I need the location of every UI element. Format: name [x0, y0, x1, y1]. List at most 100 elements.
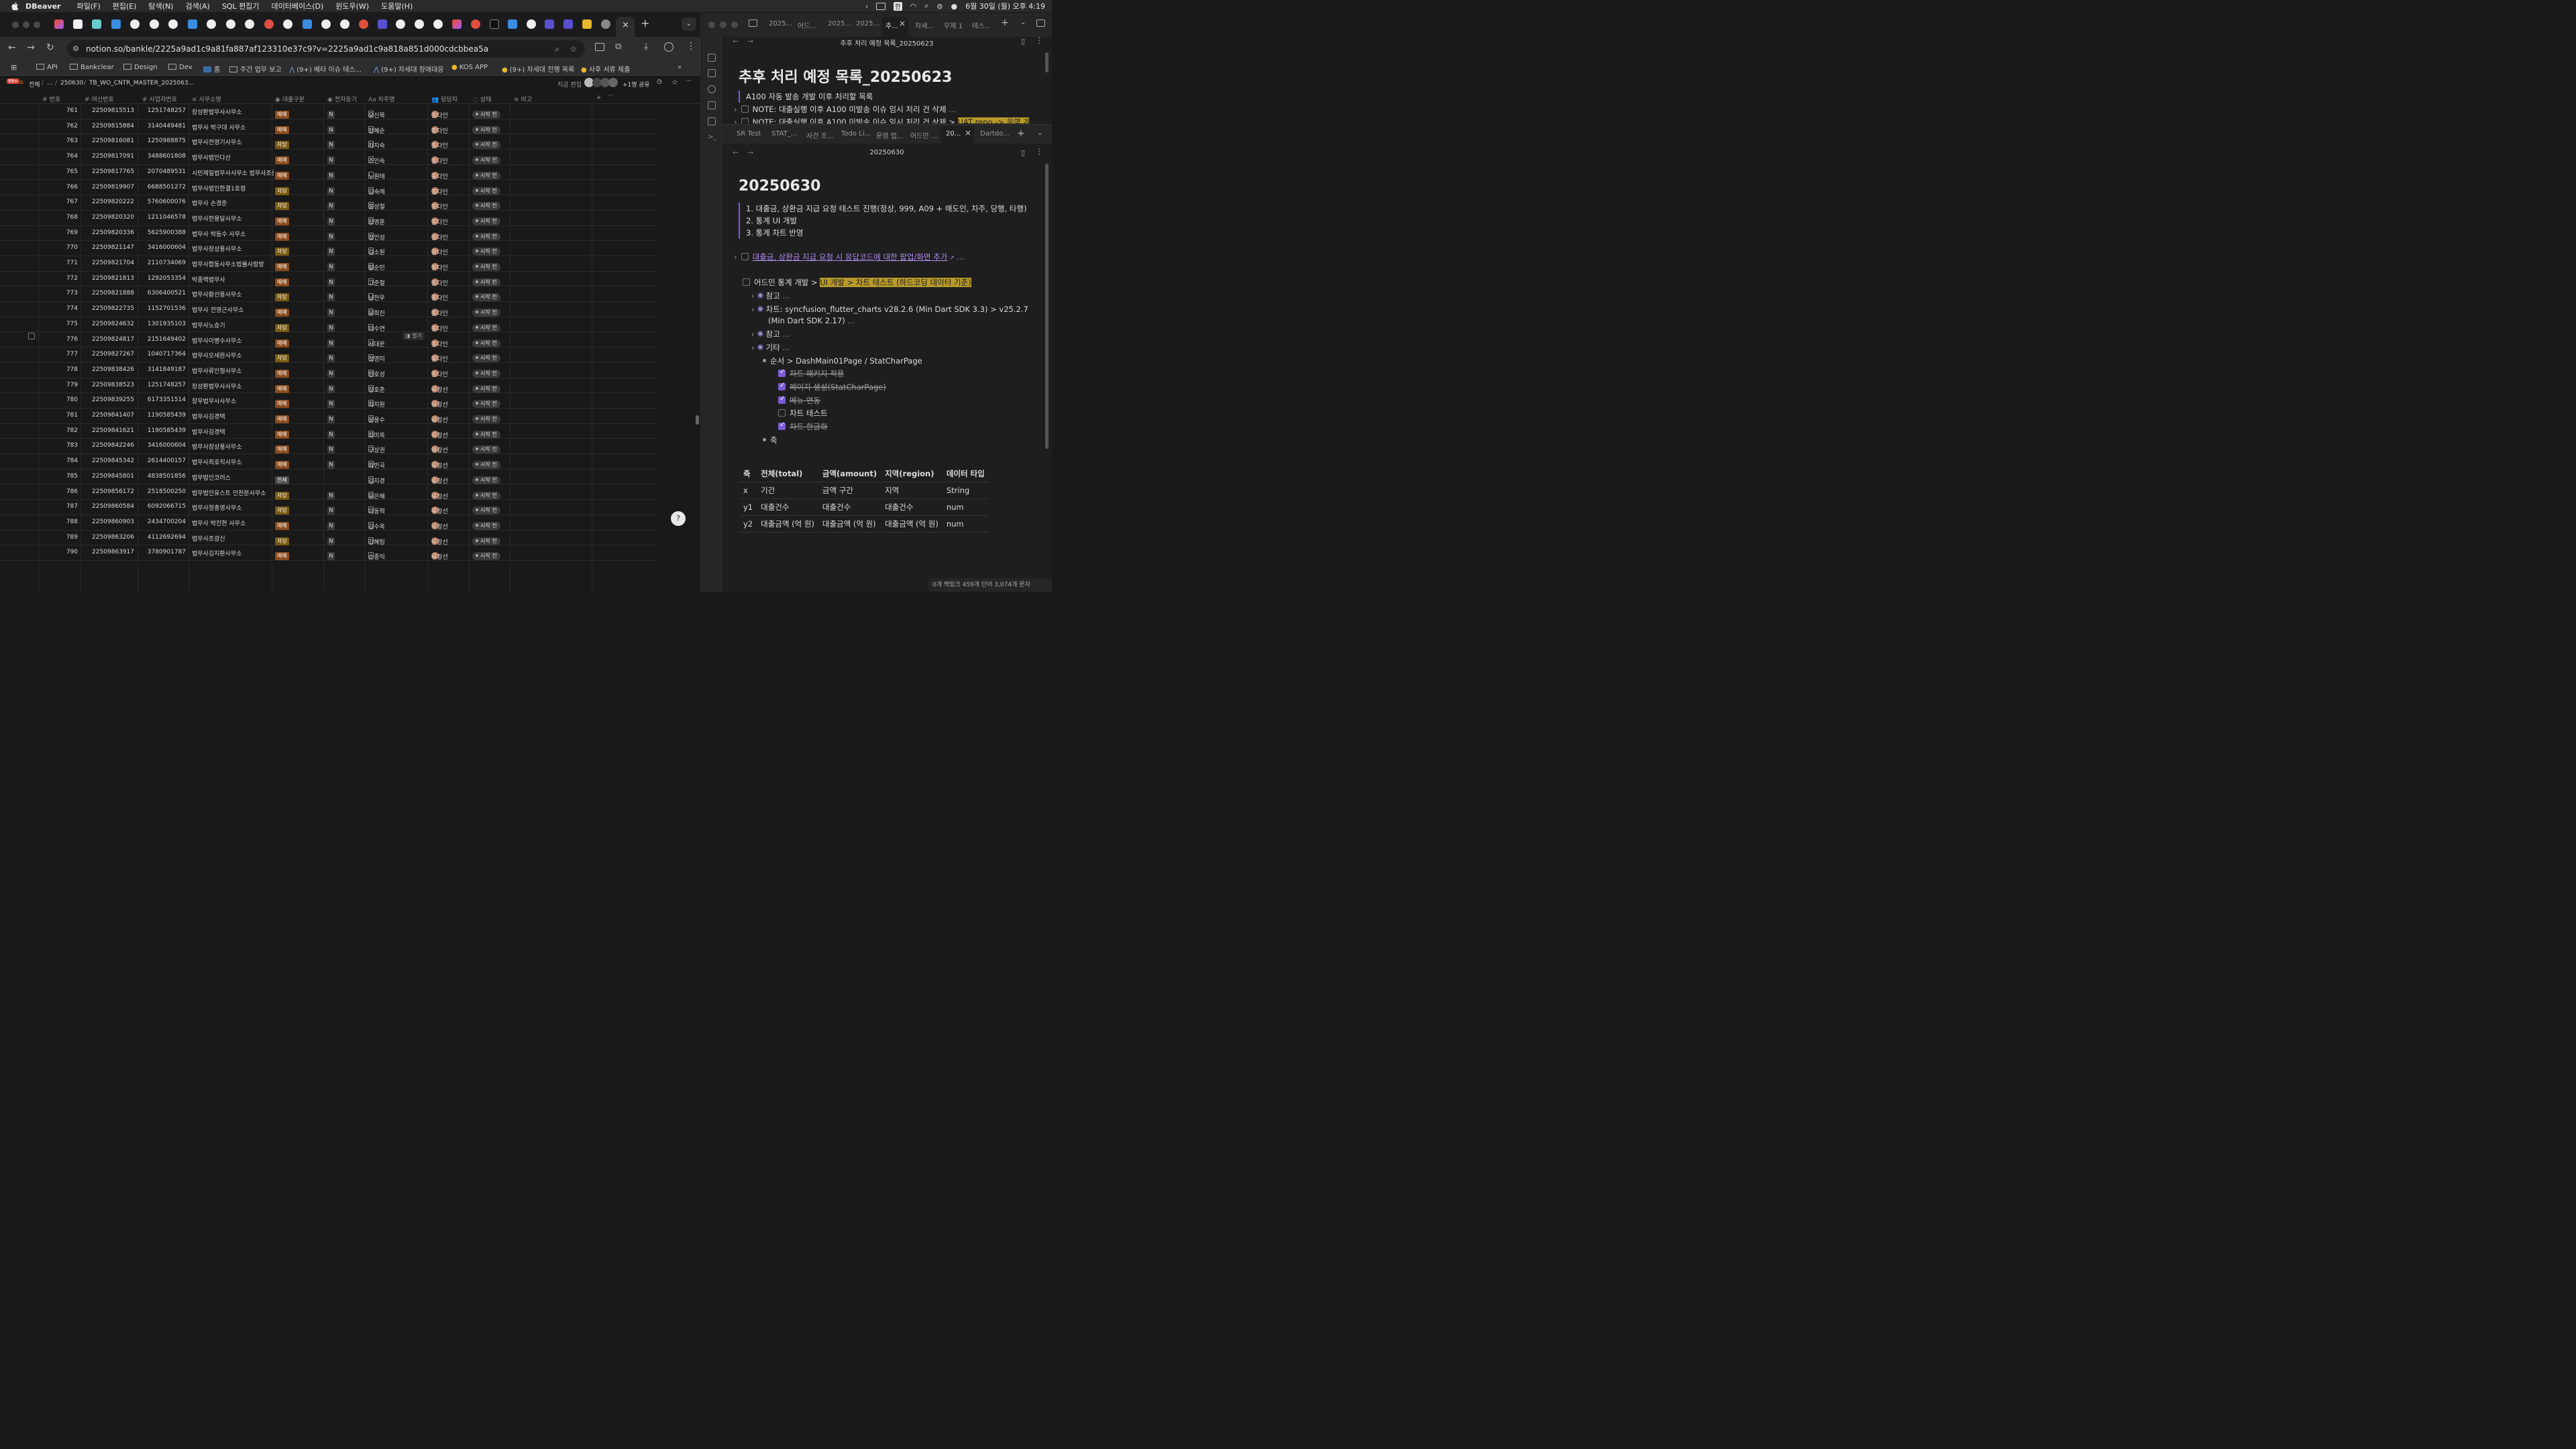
- cell-loan-no[interactable]: 22509817765: [80, 168, 134, 175]
- cell-no[interactable]: 775: [39, 321, 78, 327]
- bookmark-weekly-report[interactable]: 주간 업무 보고: [229, 64, 282, 74]
- table-header-cell[interactable]: 지역(region): [881, 466, 943, 482]
- table-cell[interactable]: String: [942, 482, 989, 499]
- menu-database[interactable]: 데이터베이스(D): [271, 1, 323, 11]
- cell-loan-no[interactable]: 22509821704: [80, 260, 134, 266]
- cell-biz-no[interactable]: 6092066715: [138, 503, 186, 510]
- table-cell[interactable]: 대출건수: [818, 498, 881, 516]
- menu-sql-editor[interactable]: SQL 편집기: [222, 1, 260, 11]
- cell-office[interactable]: 법무사법인다산: [192, 153, 274, 162]
- table-row[interactable]: 788 22509860903 2434700204 법무사 박진현 사무소 매매 N 김수…: [0, 515, 657, 531]
- github-tab-icon[interactable]: [396, 19, 405, 29]
- cell-office[interactable]: 법무사 박진현 사무소: [192, 519, 274, 527]
- cell-biz-no[interactable]: 6173351514: [138, 396, 186, 403]
- input-source-icon[interactable]: 한: [894, 1, 902, 11]
- search-icon[interactable]: ⌕: [924, 1, 928, 11]
- tab-todo[interactable]: Todo Li...: [841, 130, 871, 138]
- cell-loan-no[interactable]: 22509827267: [80, 351, 134, 358]
- close-icon[interactable]: ×: [622, 20, 629, 30]
- table-header-cell[interactable]: 전체(total): [757, 466, 818, 482]
- cell-office[interactable]: 법무사합동사무소법률사랑방: [192, 260, 274, 268]
- cell-no[interactable]: 786: [39, 488, 78, 495]
- cell-biz-no[interactable]: 1251748257: [138, 382, 186, 388]
- github-tab-icon[interactable]: [207, 19, 216, 29]
- cell-no[interactable]: 779: [39, 382, 78, 388]
- table-row[interactable]: 786 22509856172 2518500250 법무법인유스트 인천분사무소 자담…: [0, 485, 657, 500]
- column-header-status[interactable]: ◌ 상태: [473, 95, 491, 103]
- new-tab-button[interactable]: +: [1001, 17, 1009, 28]
- cell-office[interactable]: 법무사장상용사무소: [192, 244, 274, 253]
- tab-untitled[interactable]: 무제 1: [944, 20, 963, 30]
- github-tab-icon[interactable]: [527, 19, 536, 29]
- table-row[interactable]: 789 22509863206 4112692694 법무사조광신 자담 N 강혜림 류창선 시…: [0, 531, 657, 546]
- sidebar-toggle-icon[interactable]: [749, 19, 757, 27]
- more-bookmarks-icon[interactable]: »: [678, 64, 682, 71]
- forward-button[interactable]: →: [27, 42, 35, 53]
- puzzle-icon[interactable]: ⧉: [615, 42, 621, 52]
- cell-no[interactable]: 784: [39, 458, 78, 464]
- cell-no[interactable]: 765: [39, 168, 78, 175]
- terminal-icon[interactable]: >_: [708, 133, 716, 142]
- cell-biz-no[interactable]: 1190585439: [138, 427, 186, 434]
- tab-dartdoc[interactable]: Dartdo...: [980, 130, 1010, 138]
- cell-loan-no[interactable]: 22509856172: [80, 488, 134, 495]
- cell-biz-no[interactable]: 2518500250: [138, 488, 186, 495]
- battery-icon[interactable]: [876, 2, 886, 10]
- cell-biz-no[interactable]: 2151649402: [138, 336, 186, 343]
- cell-no[interactable]: 768: [39, 214, 78, 221]
- tab-sr-test[interactable]: SR Test: [737, 130, 761, 138]
- table-cell[interactable]: 대출금액 (억 원): [881, 515, 943, 533]
- cell-loan-no[interactable]: 22509838426: [80, 366, 134, 373]
- table-cell[interactable]: 대출금액 (억 원): [818, 515, 881, 533]
- table-cell[interactable]: y1: [739, 498, 757, 516]
- menu-window[interactable]: 윈도우(W): [335, 1, 369, 11]
- nav-back-button[interactable]: ←: [733, 148, 739, 157]
- cell-biz-no[interactable]: 3140449481: [138, 123, 186, 129]
- table-cell[interactable]: y2: [739, 515, 757, 533]
- task-checkbox[interactable]: [778, 421, 786, 430]
- new-tab-button[interactable]: +: [1017, 128, 1025, 139]
- row-checkbox[interactable]: [28, 333, 35, 339]
- github-tab-icon[interactable]: [245, 19, 254, 29]
- bookmark-doc-submit[interactable]: ● 사후 서류 제출: [581, 64, 630, 74]
- column-header-office[interactable]: ≡ 사무소명: [192, 95, 221, 103]
- wifi-icon[interactable]: ◠: [910, 2, 917, 11]
- cell-loan-no[interactable]: 22509821147: [80, 244, 134, 251]
- cell-loan-no[interactable]: 22509819907: [80, 184, 134, 191]
- people-count[interactable]: +1명: [623, 80, 637, 89]
- menu-search[interactable]: 검색(A): [185, 1, 209, 11]
- tab-2025-b[interactable]: 2025...: [828, 20, 851, 28]
- cell-no[interactable]: 769: [39, 229, 78, 236]
- cell-biz-no[interactable]: 1292053354: [138, 275, 186, 282]
- medium-tab-icon[interactable]: [490, 19, 499, 29]
- chevron-right-icon[interactable]: ›: [751, 305, 755, 314]
- table-cell[interactable]: 금액 구간: [818, 482, 881, 499]
- notification-badge[interactable]: 99+: [7, 78, 19, 84]
- chevron-right-icon[interactable]: ›: [734, 252, 737, 262]
- canvas-icon[interactable]: [708, 101, 716, 109]
- cell-office[interactable]: 법무사황선용사무소: [192, 290, 274, 299]
- siri-icon[interactable]: ●: [951, 2, 958, 11]
- extensions-icon[interactable]: [595, 43, 604, 51]
- cell-office[interactable]: 장성환법무사사무소: [192, 107, 274, 116]
- table-row[interactable]: 773 22509821888 6306400521 법무사황선용사무소 자담 N 남천우 홍…: [0, 286, 657, 302]
- cell-loan-no[interactable]: 22509839255: [80, 396, 134, 403]
- app-tab-icon[interactable]: [564, 19, 573, 29]
- tab-active-20250630[interactable]: 20... ×: [941, 126, 974, 144]
- cell-loan-no[interactable]: 22509820222: [80, 199, 134, 205]
- cell-no[interactable]: 782: [39, 427, 78, 434]
- table-row[interactable]: 777 22509827267 1040717364 법무사오세완사무소 자담 N 정영미 홍…: [0, 347, 657, 363]
- column-header-borrower[interactable]: Aa 차주명: [368, 95, 395, 103]
- table-cell[interactable]: x: [739, 482, 757, 499]
- cell-office[interactable]: 법무사류인형사무소: [192, 366, 274, 375]
- files-icon[interactable]: [708, 54, 716, 62]
- cell-loan-no[interactable]: 22509845342: [80, 458, 134, 464]
- cell-no[interactable]: 777: [39, 351, 78, 358]
- cell-office[interactable]: 법무사전영기사무소: [192, 138, 274, 146]
- figma-tab-icon[interactable]: [452, 19, 462, 29]
- cell-no[interactable]: 774: [39, 305, 78, 312]
- table-row[interactable]: 783 22509842246 3416000604 법무사장상용사무소 매매 N 구상권 류…: [0, 439, 657, 454]
- bookmark-folder-bankclear[interactable]: Bankclear: [70, 64, 114, 71]
- task-link[interactable]: 대출금, 상환금 지급 요청 시 응답코드에 대한 팝업/화면 추가: [753, 252, 948, 262]
- chevron-right-icon[interactable]: ›: [751, 329, 755, 339]
